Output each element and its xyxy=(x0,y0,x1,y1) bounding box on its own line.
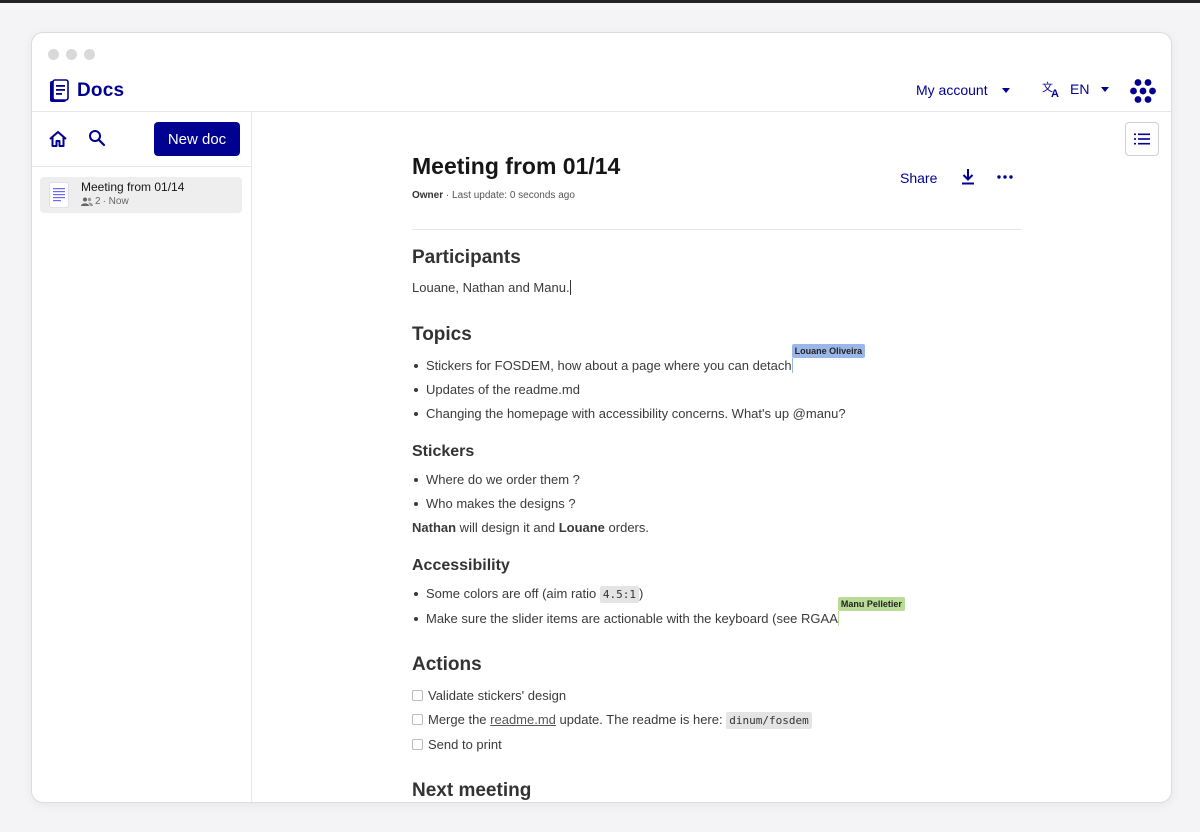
doc-item-meta: 2 · Now xyxy=(81,196,129,207)
item-text: Send to print xyxy=(428,737,502,752)
app-logo[interactable]: Docs xyxy=(49,79,124,103)
window-dot[interactable] xyxy=(48,49,59,60)
item-text: update. The readme is here: xyxy=(555,712,727,727)
svg-text:A: A xyxy=(1051,88,1059,98)
list-item[interactable]: Some colors are off (aim ratio 4.5:1) xyxy=(412,586,644,603)
bold-name: Nathan xyxy=(412,520,457,535)
download-icon[interactable] xyxy=(960,168,976,186)
checkbox[interactable] xyxy=(412,690,423,701)
chevron-down-icon xyxy=(1001,87,1010,93)
readme-link[interactable]: readme.md xyxy=(490,712,556,727)
note-text: orders. xyxy=(604,520,649,535)
app-name: Docs xyxy=(77,80,125,101)
sidebar-toolbar: New doc xyxy=(32,112,251,167)
document-icon xyxy=(49,182,69,208)
users-icon xyxy=(81,197,93,206)
heading-accessibility: Accessibility xyxy=(412,557,510,574)
participants-paragraph[interactable]: Louane, Nathan and Manu. xyxy=(412,280,571,295)
browser-window: Docs My account 文 A EN New doc Meeting f… xyxy=(31,32,1172,803)
table-of-contents-button[interactable] xyxy=(1125,122,1159,156)
checklist-item[interactable]: Validate stickers' design xyxy=(412,688,566,703)
doc-last-update: · Last update: 0 seconds ago xyxy=(445,190,575,201)
doc-item-title: Meeting from 01/14 xyxy=(81,180,185,194)
list-item[interactable]: Changing the homepage with accessibility… xyxy=(412,406,846,421)
collaborator-tag: Louane Oliveira xyxy=(791,344,866,358)
sidebar: New doc xyxy=(32,112,252,802)
topic-text: Stickers for FOSDEM, how about a page wh… xyxy=(426,358,792,373)
list-item[interactable]: Where do we order them ? xyxy=(412,472,580,487)
translate-icon: 文 A xyxy=(1042,80,1059,98)
bold-name: Louane xyxy=(558,520,605,535)
more-icon[interactable] xyxy=(996,169,1014,185)
doc-title: Meeting from 01/14 xyxy=(412,153,621,179)
list-item[interactable]: Stickers for FOSDEM, how about a page wh… xyxy=(412,344,866,373)
stickers-note[interactable]: Nathan will design it and Louane orders. xyxy=(412,520,649,535)
checkbox[interactable] xyxy=(412,714,423,725)
list-item[interactable]: Who makes the designs ? xyxy=(412,496,576,511)
new-doc-button[interactable]: New doc xyxy=(154,122,240,156)
doc-role: Owner xyxy=(412,190,444,201)
docs-logo-icon xyxy=(50,79,69,102)
item-text: ) xyxy=(639,586,644,601)
sidebar-doc-item[interactable]: Meeting from 01/14 2 · Now xyxy=(40,177,242,213)
heading-topics: Topics xyxy=(412,324,472,345)
participant-count: 2 xyxy=(95,196,101,207)
home-icon[interactable] xyxy=(48,129,68,149)
heading-next-meeting: Next meeting xyxy=(412,780,532,801)
note-text: will design it and xyxy=(456,520,559,535)
heading-stickers: Stickers xyxy=(412,443,475,460)
account-menu[interactable]: My account xyxy=(916,82,1010,98)
collaborator-cursor: Louane Oliveira xyxy=(791,344,866,373)
window-dot[interactable] xyxy=(66,49,77,60)
table-of-contents-icon xyxy=(1134,133,1150,145)
top-edge xyxy=(0,0,1200,3)
collaborator-tag: Manu Pelletier xyxy=(837,597,905,611)
language-selector[interactable]: 文 A EN xyxy=(1042,80,1110,98)
item-text: Validate stickers' design xyxy=(428,688,567,703)
search-icon[interactable] xyxy=(88,129,106,147)
apps-grid-icon[interactable] xyxy=(1130,78,1156,104)
app-header: Docs My account 文 A EN xyxy=(32,73,1171,112)
topic-text: Changing the homepage with accessibility… xyxy=(426,406,846,421)
bullet xyxy=(414,501,418,506)
chevron-down-icon xyxy=(1101,86,1110,92)
text-cursor xyxy=(569,280,571,295)
doc-meta: Owner · Last update: 0 seconds ago xyxy=(412,190,575,201)
checklist-item[interactable]: Send to print xyxy=(412,737,502,752)
bullet xyxy=(414,411,418,416)
collaborator-cursor: Manu Pelletier xyxy=(837,597,905,626)
heading-actions: Actions xyxy=(412,654,482,675)
doc-item-time: · Now xyxy=(102,196,129,207)
header-divider xyxy=(412,229,1022,230)
list-item[interactable]: Make sure the slider items are actionabl… xyxy=(412,597,905,626)
heading-participants: Participants xyxy=(412,247,521,268)
checkbox[interactable] xyxy=(412,739,423,750)
language-label: EN xyxy=(1070,81,1090,97)
list-item[interactable]: Updates of the readme.md xyxy=(412,382,580,397)
bullet xyxy=(414,363,418,368)
account-label: My account xyxy=(916,82,988,98)
item-text: Some colors are off (aim ratio xyxy=(426,586,600,601)
window-controls xyxy=(48,49,95,60)
item-text: Merge the xyxy=(428,712,491,727)
sticker-text: Who makes the designs ? xyxy=(426,496,576,511)
participants-text: Louane, Nathan and Manu. xyxy=(412,280,570,295)
checklist-item[interactable]: Merge the readme.md update. The readme i… xyxy=(412,712,812,729)
bullet xyxy=(414,477,418,482)
bullet xyxy=(414,387,418,392)
topic-text: Updates of the readme.md xyxy=(426,382,580,397)
item-text: Make sure the slider items are actionabl… xyxy=(426,611,838,626)
window-dot[interactable] xyxy=(84,49,95,60)
sticker-text: Where do we order them ? xyxy=(426,472,580,487)
share-button[interactable]: Share xyxy=(900,170,937,186)
bullet xyxy=(414,616,418,621)
inline-code: dinum/fosdem xyxy=(726,712,812,729)
inline-code: 4.5:1 xyxy=(599,586,640,603)
bullet xyxy=(414,591,418,596)
